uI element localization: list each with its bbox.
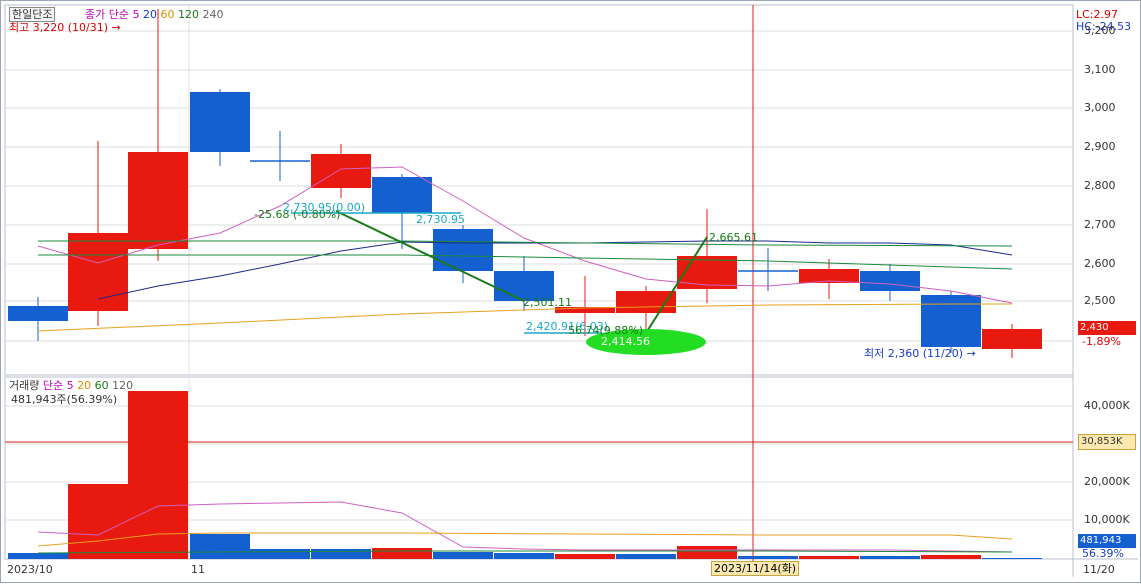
candle-body [677,256,737,289]
price-y-tick: 3,100 [1084,63,1116,76]
low-a-annotation: 2,501.11 [523,296,572,309]
price-y-tick: 2,600 [1084,257,1116,270]
ma20-label: 20 [142,8,157,21]
x-label-nov: 11 [191,563,205,576]
chart-window: 한일단조 종가 단순 5 20 60 120 240 최고 3,220 (10/… [0,0,1141,583]
candle-body [8,306,68,321]
candle-body [982,329,1042,349]
volume-current-badge: 481,943 [1078,534,1136,548]
candle-body [616,291,676,313]
price-y-tick: 2,500 [1084,294,1116,307]
x-label-end: 11/20 [1083,563,1115,576]
volume-bar [190,534,250,559]
ma240-label: 240 [202,8,224,21]
volume-bar [372,548,432,559]
current-price-badge: 2,430 [1078,321,1136,335]
ma120-label: 120 [177,8,199,21]
fib-mid-value: 2,730.95 [416,213,465,226]
volume-legend: 거래량 단순 5 20 60 120 [9,379,133,392]
volume-bar [616,554,676,559]
vma20-label: 20 [77,379,92,392]
volume-y-tick: 20,000K [1084,475,1130,488]
volume-bar [494,553,554,559]
volume-bar [982,558,1042,559]
volume-current-pct: 56.39% [1082,547,1124,560]
volume-bar [921,555,981,559]
volume-bar [250,549,310,559]
fib-left-value: 2,730.95(0.00) [283,201,366,214]
volume-ref-badge: 30,853K [1078,434,1136,450]
volume-ma-label: 단순 [42,379,64,392]
low-marker: 최저 2,360 (11/20) → [864,347,976,360]
peak-annotation: 2,665.61 [709,231,758,244]
current-change: -1.89% [1082,335,1121,348]
ma5-label: 5 [132,8,140,21]
volume-bar [433,552,493,559]
green-low-annotation: 2,414.56 [601,335,650,348]
price-y-tick: 2,900 [1084,140,1116,153]
candle-body [128,152,188,249]
price-y-tick: 3,000 [1084,101,1116,114]
candle-body [68,233,128,311]
volume-bar [799,556,859,559]
price-y-tick: 2,800 [1084,179,1116,192]
vma120-label: 120 [112,379,134,392]
volume-y-tick: 10,000K [1084,513,1130,526]
candle-body [372,177,432,213]
volume-current: 481,943주(56.39%) [11,393,118,406]
ma-legend-label: 종가 단순 [85,8,129,21]
volume-bar [68,484,128,559]
x-label-oct: 2023/10 [7,563,53,576]
volume-bar [8,553,68,559]
volume-bar [860,556,920,559]
candle-body [921,295,981,347]
candle-body [433,229,493,271]
ma-legend: 종가 단순 5 20 60 120 240 [85,8,223,21]
price-y-tick: 3,200 [1084,24,1116,37]
vma60-label: 60 [94,379,109,392]
volume-bar [677,546,737,559]
candle-body [311,154,371,188]
price-y-tick: 2,700 [1084,218,1116,231]
volume-bar [738,556,798,559]
cursor-date-badge: 2023/11/14(화) [711,561,800,576]
high-marker: 최고 3,220 (10/31) → [9,21,121,34]
stock-chart[interactable] [1,1,1141,584]
stock-name-tab[interactable]: 한일단조 [9,7,56,22]
candle-body [190,92,250,152]
volume-bar [311,549,371,559]
ma60-label: 60 [160,8,175,21]
volume-bar [555,554,615,559]
vma5-label: 5 [66,379,74,392]
volume-y-tick: 40,000K [1084,399,1130,412]
volume-label: 거래량 [9,379,40,392]
candle-body [860,271,920,291]
